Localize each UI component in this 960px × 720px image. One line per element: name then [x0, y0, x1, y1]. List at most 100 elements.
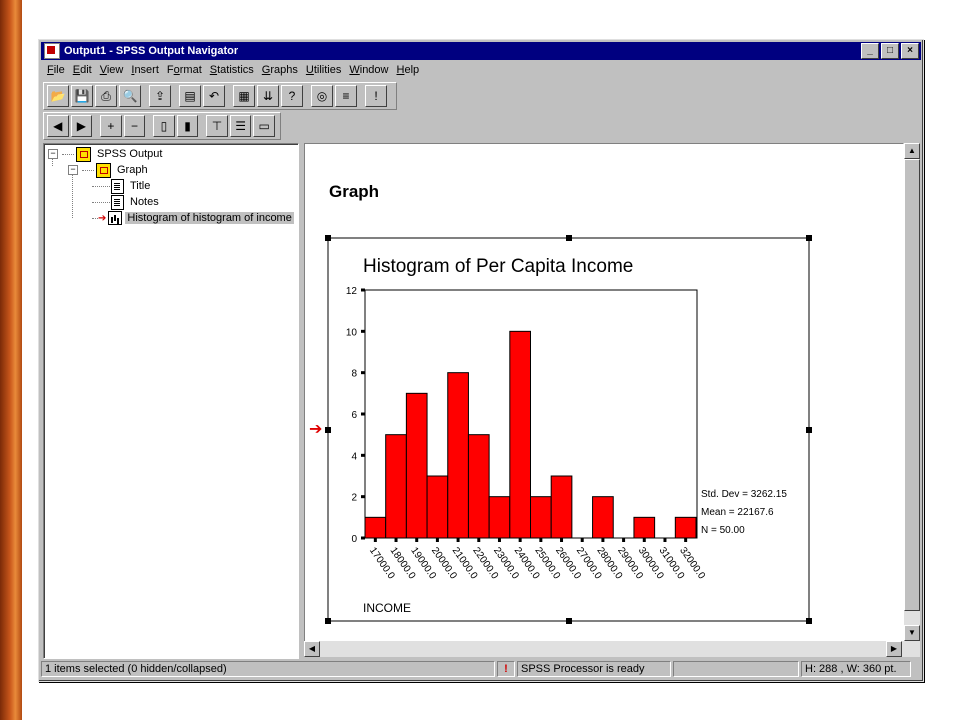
summary-stat: Mean = 22167.6 — [701, 507, 774, 518]
summary-stat: N = 50.00 — [701, 525, 745, 536]
maximize-button[interactable]: □ — [881, 43, 899, 59]
current-item-arrow-icon: ➔ — [98, 212, 107, 224]
resize-handle — [806, 618, 812, 624]
menu-item[interactable]: Utilities — [302, 62, 345, 80]
menu-item[interactable]: Insert — [127, 62, 163, 80]
histogram-chart[interactable]: Histogram of Per Capita Income0246810121… — [305, 144, 903, 641]
menu-item[interactable]: Graphs — [258, 62, 302, 80]
tree-label-histogram: Histogram of histogram of income — [125, 212, 294, 224]
tree-node-histogram[interactable]: ➔ Histogram of histogram of income — [92, 210, 294, 226]
histogram-bar — [467, 434, 490, 539]
outline-tree-pane: − SPSS Output − Graph Title Notes ➔ Hist… — [43, 143, 299, 659]
menu-item[interactable]: Statistics — [206, 62, 258, 80]
demote-icon: ▶ — [76, 119, 86, 133]
promote-button[interactable]: ◀ — [47, 115, 69, 137]
tree-node-title[interactable]: Title — [92, 178, 152, 194]
save-button[interactable]: 💾 — [71, 85, 93, 107]
undo-icon: ↶ — [208, 89, 220, 103]
close-button[interactable]: × — [901, 43, 919, 59]
dialog-recall-icon: ▤ — [184, 89, 196, 103]
show-icon: ▯ — [160, 119, 168, 133]
book-icon — [76, 146, 91, 162]
tree-label-title: Title — [130, 180, 151, 192]
expand-button[interactable]: + — [100, 115, 122, 137]
status-spacer — [673, 661, 799, 677]
histogram-bar — [447, 372, 469, 539]
goto-case-button[interactable]: ⇊ — [257, 85, 279, 107]
tree-node-spss-output[interactable]: − SPSS Output — [48, 146, 164, 162]
spss-app-icon[interactable] — [44, 43, 60, 59]
hide-icon: ▮ — [184, 119, 191, 133]
run-icon: ! — [374, 89, 378, 103]
resize-handle — [806, 235, 812, 241]
collapse-icon: − — [130, 119, 138, 133]
menu-item[interactable]: View — [96, 62, 128, 80]
histogram-bar — [530, 496, 552, 539]
menu-item[interactable]: File — [43, 62, 69, 80]
menu-item[interactable]: Window — [345, 62, 392, 80]
horizontal-scrollbar[interactable]: ◀ ▶ — [304, 641, 904, 657]
outline-toolbar: ◀ ▶ + − ▯ ▮ ⊤ ☰ ▭ — [43, 112, 281, 140]
y-tick-label: 6 — [351, 410, 357, 421]
resize-handle — [325, 235, 331, 241]
tree-node-notes[interactable]: Notes — [92, 194, 161, 210]
collapse-toggle-icon[interactable]: − — [68, 165, 78, 175]
goto-case-icon: ⇊ — [262, 89, 274, 103]
y-tick-label: 2 — [351, 493, 357, 504]
status-selection: 1 items selected (0 hidden/collapsed) — [41, 661, 495, 677]
summary-stat: Std. Dev = 3262.15 — [701, 489, 787, 500]
scroll-down-icon[interactable]: ▼ — [904, 625, 920, 641]
scroll-up-icon[interactable]: ▲ — [904, 143, 920, 159]
promote-icon: ◀ — [53, 119, 63, 133]
menu-item[interactable]: Help — [393, 62, 424, 80]
scroll-right-icon[interactable]: ▶ — [886, 641, 902, 657]
print-button[interactable]: ⎙ — [95, 85, 117, 107]
y-tick-label: 12 — [346, 286, 358, 297]
resize-handle — [806, 427, 812, 433]
output-content-pane[interactable]: Graph ➔ Histogram of Per Capita Income 0 2… — [304, 143, 904, 642]
goto-data-button[interactable]: ▦ — [233, 85, 255, 107]
variables-button[interactable]: ? — [281, 85, 303, 107]
y-tick-label: 10 — [346, 327, 358, 338]
slide-accent-bar — [0, 0, 22, 720]
resize-handle — [325, 618, 331, 624]
tree-node-graph[interactable]: − Graph — [68, 162, 150, 178]
histogram-bar — [385, 434, 407, 539]
minimize-button[interactable]: _ — [861, 43, 879, 59]
dialog-recall-button[interactable]: ▤ — [179, 85, 201, 107]
y-tick-label: 4 — [351, 451, 357, 462]
print-preview-button[interactable]: 🔍 — [119, 85, 141, 107]
notes-icon — [111, 194, 124, 210]
y-tick-label: 0 — [351, 534, 357, 545]
histogram-bar — [405, 392, 428, 539]
open-button[interactable]: 📂 — [47, 85, 69, 107]
open-icon: 📂 — [50, 89, 66, 103]
collapse-button[interactable]: − — [123, 115, 146, 137]
hide-button[interactable]: ▮ — [176, 115, 199, 137]
menu-item[interactable]: Edit — [69, 62, 96, 80]
undo-button[interactable]: ↶ — [203, 85, 225, 107]
histogram-bar — [633, 516, 656, 539]
show-button[interactable]: ▯ — [153, 115, 175, 137]
y-tick-label: 8 — [351, 369, 357, 380]
vertical-scroll-thumb[interactable] — [904, 159, 920, 611]
vertical-scrollbar[interactable]: ▲ ▼ — [904, 143, 920, 657]
find-button[interactable]: ◎ — [311, 85, 333, 107]
histogram-bar — [509, 330, 531, 539]
insert-heading-button[interactable]: ⊤ — [206, 115, 228, 137]
collapse-toggle-icon[interactable]: − — [48, 149, 58, 159]
insert-title-button[interactable]: ☰ — [229, 115, 252, 137]
histogram-bar — [364, 516, 387, 539]
histogram-bar — [488, 496, 511, 539]
menu-item[interactable]: Format — [163, 62, 206, 80]
find-icon: ◎ — [316, 89, 328, 103]
print-preview-icon: 🔍 — [122, 89, 138, 103]
designate-window-button[interactable]: ≡ — [335, 85, 357, 107]
demote-button[interactable]: ▶ — [70, 115, 93, 137]
histogram-bar — [592, 496, 614, 539]
export-button[interactable]: ⇪ — [149, 85, 171, 107]
insert-text-button[interactable]: ▭ — [253, 115, 275, 137]
scroll-left-icon[interactable]: ◀ — [304, 641, 320, 657]
run-button[interactable]: ! — [365, 85, 387, 107]
resize-handle — [566, 618, 572, 624]
